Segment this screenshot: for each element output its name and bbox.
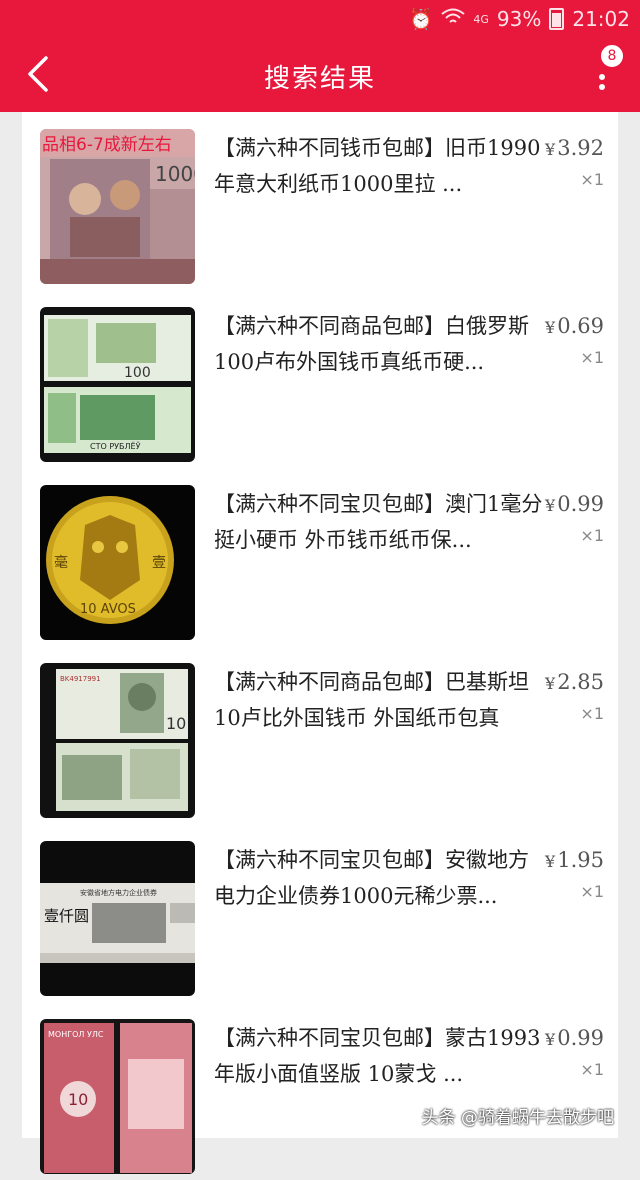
item-title: 【满六种不同钱币包邮】旧币1990年意大利纸币1000里拉 ... — [214, 136, 541, 196]
status-icons: ⏰ 4G 93% 21:02 — [408, 6, 630, 32]
item-price: ¥3.92 — [545, 136, 604, 160]
result-list: 品相6-7成新左右 1000 【满六种不同钱币包邮】旧币1990年意大利纸币10… — [22, 112, 618, 1174]
list-item[interactable]: 安徽省地方电力企业债券 壹仟圆 【满六种不同宝贝包邮】安徽地方电力企业债券100… — [22, 824, 618, 1002]
item-quantity: ×1 — [580, 170, 604, 189]
item-price: ¥0.69 — [545, 314, 604, 338]
thumb-name: СТО РУБЛЁЎ — [90, 440, 141, 451]
notification-badge: 8 — [600, 44, 624, 68]
price-value: 3.92 — [557, 136, 604, 160]
thumb-banner: 品相6-7成新左右 — [42, 135, 172, 155]
list-item[interactable]: 品相6-7成新左右 1000 【满六种不同钱币包邮】旧币1990年意大利纸币10… — [22, 112, 618, 290]
list-item[interactable]: 10 BK4917991 【满六种不同商品包邮】巴基斯坦10卢比外国钱币 外国纸… — [22, 646, 618, 824]
item-title: 【满六种不同宝贝包邮】澳门1毫分挺小硬币 外币钱币纸币保... — [214, 492, 543, 552]
product-thumbnail: 安徽省地方电力企业债券 壹仟圆 — [40, 841, 195, 996]
price-value: 0.99 — [557, 492, 604, 516]
price-value: 1.95 — [557, 848, 604, 872]
clock: 21:02 — [572, 7, 630, 31]
product-thumbnail: 毫 壹 10 AVOS — [40, 485, 195, 640]
thumb-header: 安徽省地方电力企业债券 — [80, 888, 157, 897]
thumb-value: 10 AVOS — [80, 602, 136, 617]
item-title: 【满六种不同商品包邮】巴基斯坦10卢比外国钱币 外国纸币包真 — [214, 670, 529, 730]
thumb-value: 1000 — [155, 162, 195, 186]
more-icon — [599, 74, 605, 80]
currency-symbol: ¥ — [545, 1030, 556, 1049]
thumb-name: МОНГОЛ УЛС — [48, 1030, 104, 1039]
page-title: 搜索结果 — [263, 64, 376, 94]
item-quantity: ×1 — [580, 704, 604, 723]
product-thumbnail: 100 СТО РУБЛЁЎ — [40, 307, 195, 462]
watermark: 头条 @骑着蜗牛去散步吧 — [421, 1108, 614, 1128]
item-title: 【满六种不同商品包邮】白俄罗斯100卢布外国钱币真纸币硬... — [214, 314, 529, 374]
thumb-value: 100 — [124, 365, 151, 381]
currency-symbol: ¥ — [545, 496, 556, 515]
status-bar: ⏰ 4G 93% 21:02 — [0, 0, 640, 38]
battery-icon — [549, 8, 565, 30]
currency-symbol: ¥ — [545, 674, 556, 693]
battery-percent: 93% — [496, 7, 542, 31]
currency-symbol: ¥ — [545, 140, 556, 159]
wifi-icon — [441, 7, 466, 31]
thumb-char-right: 壹 — [152, 555, 166, 571]
item-title: 【满六种不同宝贝包邮】安徽地方电力企业债券1000元稀少票... — [214, 848, 529, 908]
item-quantity: ×1 — [580, 348, 604, 367]
item-price: ¥2.85 — [545, 670, 604, 694]
price-value: 0.69 — [557, 314, 604, 338]
thumb-value: 壹仟圆 — [44, 907, 89, 925]
product-thumbnail: 品相6-7成新左右 1000 — [40, 129, 195, 284]
more-icon-dot — [599, 84, 605, 90]
network-type: 4G — [473, 12, 489, 26]
list-item[interactable]: МОНГОЛ УЛС 10 【满六种不同宝贝包邮】蒙古1993年版小面值竖版 1… — [22, 1002, 618, 1180]
list-item[interactable]: 100 СТО РУБЛЁЎ 【满六种不同商品包邮】白俄罗斯100卢布外国钱币真… — [22, 290, 618, 468]
item-quantity: ×1 — [580, 882, 604, 901]
product-thumbnail: 10 BK4917991 — [40, 663, 195, 818]
currency-symbol: ¥ — [545, 852, 556, 871]
app-header: 搜索结果 8 — [0, 38, 640, 112]
item-price: ¥1.95 — [545, 848, 604, 872]
alarm-icon: ⏰ — [408, 7, 434, 31]
list-item[interactable]: 毫 壹 10 AVOS 【满六种不同宝贝包邮】澳门1毫分挺小硬币 外币钱币纸币保… — [22, 468, 618, 646]
currency-symbol: ¥ — [545, 318, 556, 337]
item-quantity: ×1 — [580, 1060, 604, 1079]
thumb-serial: BK4917991 — [60, 675, 101, 683]
price-value: 2.85 — [557, 670, 604, 694]
thumb-char-left: 毫 — [54, 554, 68, 571]
thumb-value: 10 — [166, 714, 186, 733]
item-price: ¥0.99 — [545, 1026, 604, 1050]
price-value: 0.99 — [557, 1026, 604, 1050]
product-thumbnail: МОНГОЛ УЛС 10 — [40, 1019, 195, 1174]
item-title: 【满六种不同宝贝包邮】蒙古1993年版小面值竖版 10蒙戈 ... — [214, 1026, 541, 1086]
thumb-value: 10 — [68, 1090, 88, 1109]
item-quantity: ×1 — [580, 526, 604, 545]
item-price: ¥0.99 — [545, 492, 604, 516]
